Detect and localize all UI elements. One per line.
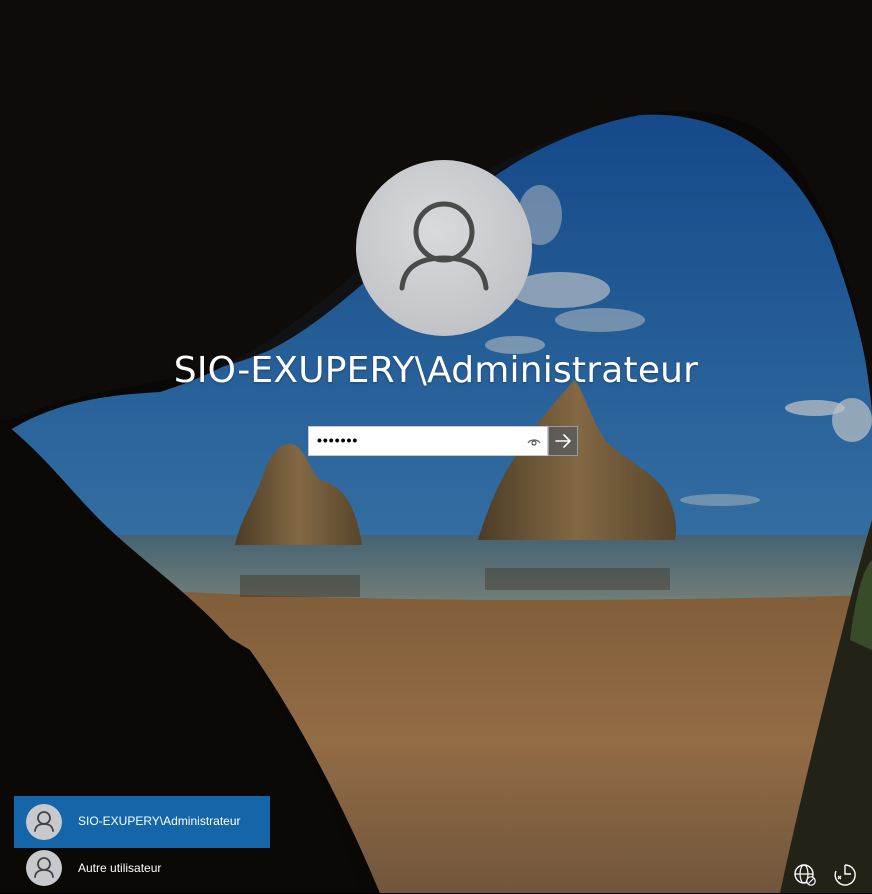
ease-of-access-icon[interactable] bbox=[832, 862, 858, 888]
user-switcher: SIO-EXUPERY\Administrateur Autre utilisa… bbox=[14, 796, 270, 894]
account-name: SIO-EXUPERY\Administrateur bbox=[173, 350, 699, 391]
network-icon[interactable] bbox=[792, 862, 818, 888]
eye-icon[interactable] bbox=[527, 435, 541, 449]
avatar bbox=[26, 850, 62, 886]
password-value: ••••••• bbox=[317, 432, 359, 448]
user-icon bbox=[34, 857, 54, 878]
password-field[interactable]: ••••••• bbox=[308, 426, 548, 456]
user-icon bbox=[399, 201, 489, 291]
user-item-label: SIO-EXUPERY\Administrateur bbox=[78, 814, 241, 828]
submit-button[interactable] bbox=[548, 426, 578, 456]
user-item-other-user[interactable]: Autre utilisateur bbox=[14, 848, 270, 894]
avatar bbox=[26, 804, 62, 840]
arrow-right-icon bbox=[555, 434, 571, 448]
user-item-label: Autre utilisateur bbox=[78, 861, 162, 875]
user-icon bbox=[34, 811, 54, 832]
user-avatar bbox=[356, 160, 532, 336]
user-item-administrateur[interactable]: SIO-EXUPERY\Administrateur bbox=[14, 796, 270, 848]
